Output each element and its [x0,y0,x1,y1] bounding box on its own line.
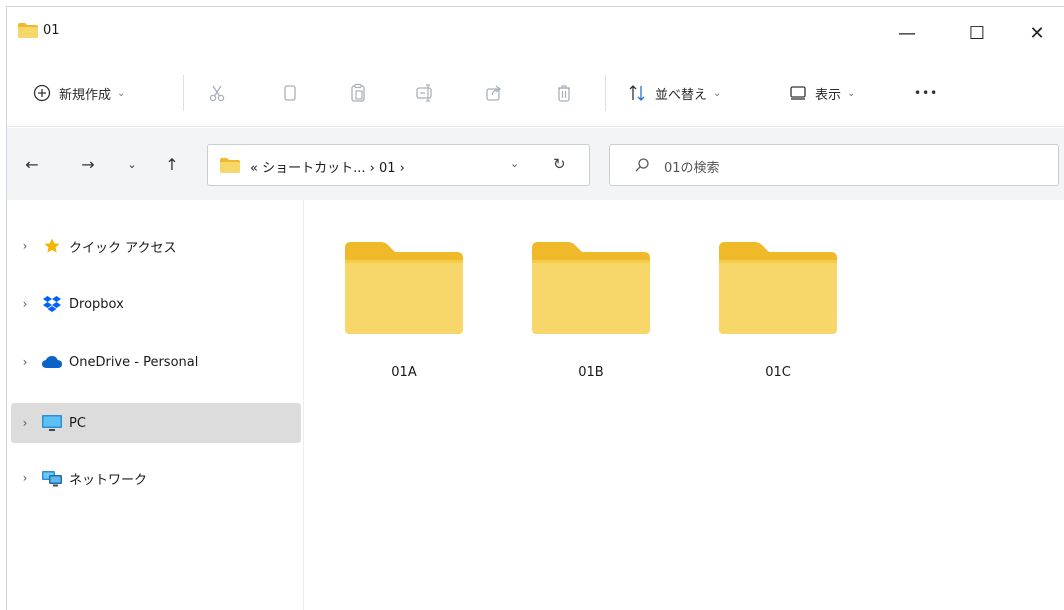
search-box[interactable]: 01の検索 [609,144,1059,186]
chevron-right-icon[interactable]: › [11,416,39,430]
star-icon [39,236,65,256]
sidebar-item-label: PC [69,415,86,431]
trash-icon [558,85,570,102]
forward-button[interactable]: → [75,151,101,177]
explorer-window: 01 — ☐ ✕ 新規作成 ⌄ 並べ替え ⌄ 表示 ⌄ ••• ← → ⌄ ↑ … [6,6,1064,610]
toolbar-separator [605,75,606,111]
folder-name: 01A [391,365,417,380]
navigation-pane: › クイック アクセス › Dropbox › OneDrive - Perso… [7,200,304,610]
scissors-icon [209,85,225,102]
share-icon [486,85,502,101]
toolbar-separator [183,75,184,111]
sort-icon [629,85,645,101]
copy-button[interactable] [280,77,300,109]
folder-icon [532,242,650,334]
chevron-down-icon: ⌄ [847,87,856,99]
sidebar-item-label: クイック アクセス [69,240,177,256]
view-icon [790,86,806,100]
title-bar: 01 — ☐ ✕ [7,7,1064,61]
network-icon [39,468,65,488]
paste-button[interactable] [348,77,368,109]
monitor-icon [39,413,65,433]
view-label: 表示 [815,87,842,103]
back-button[interactable]: ← [19,151,45,177]
rename-button[interactable] [415,77,435,109]
rename-icon [416,84,432,102]
refresh-icon[interactable]: ↻ [553,155,566,173]
recent-locations-button[interactable]: ⌄ [119,151,145,177]
sidebar-item-quick-access[interactable]: › クイック アクセス [11,226,301,266]
chevron-right-icon[interactable]: › [11,239,39,253]
sidebar-item-dropbox[interactable]: › Dropbox [11,284,301,324]
chevron-down-icon[interactable]: ⌄ [510,157,519,170]
search-input[interactable]: 01の検索 [664,157,720,176]
folder-icon [220,158,240,173]
more-button[interactable]: ••• [914,77,938,109]
folder-item[interactable]: 01C [703,230,853,390]
sidebar-item-pc[interactable]: › PC [11,403,301,443]
maximize-button[interactable]: ☐ [957,15,997,51]
copy-icon [284,85,296,101]
window-title: 01 [43,23,60,38]
folder-icon [18,23,38,38]
cloud-icon [39,352,65,372]
folder-icon [719,242,837,334]
new-label: 新規作成 [59,87,112,103]
cut-button[interactable] [207,77,227,109]
search-icon [635,158,649,172]
chevron-down-icon: ⌄ [117,87,126,99]
folder-item[interactable]: 01A [329,230,479,390]
file-list: 01A 01B 01C [305,200,1064,610]
folder-item[interactable]: 01B [516,230,666,390]
plus-circle-icon [33,84,51,102]
chevron-down-icon: ⌄ [713,87,722,99]
up-button[interactable]: ↑ [159,151,185,177]
chevron-right-icon[interactable]: › [11,471,39,485]
breadcrumb[interactable]: « ショートカット... › 01 › [250,157,405,176]
sort-label: 並べ替え [655,87,708,103]
chevron-right-icon[interactable]: › [11,355,39,369]
folder-icon [345,242,463,334]
address-row: ← → ⌄ ↑ « ショートカット... › 01 › ⌄ ↻ 01の検索 [7,128,1064,200]
dropbox-icon [39,294,65,314]
sidebar-item-label: OneDrive - Personal [69,354,199,370]
minimize-button[interactable]: — [887,15,927,51]
folder-name: 01C [765,365,791,380]
sidebar-item-label: Dropbox [69,296,124,312]
sidebar-item-label: ネットワーク [69,472,148,488]
new-button[interactable]: 新規作成 ⌄ [33,77,125,109]
command-bar: 新規作成 ⌄ 並べ替え ⌄ 表示 ⌄ ••• [7,61,1064,127]
close-button[interactable]: ✕ [1017,15,1057,51]
sidebar-item-onedrive[interactable]: › OneDrive - Personal [11,342,301,382]
sort-button[interactable]: 並べ替え ⌄ [627,77,721,109]
share-button[interactable] [484,77,504,109]
folder-name: 01B [578,365,604,380]
view-button[interactable]: 表示 ⌄ [789,77,855,109]
delete-button[interactable] [554,77,574,109]
clipboard-icon [351,83,365,102]
sidebar-item-network[interactable]: › ネットワーク [11,458,301,498]
address-bar[interactable]: « ショートカット... › 01 › ⌄ ↻ [207,144,590,186]
chevron-right-icon[interactable]: › [11,297,39,311]
